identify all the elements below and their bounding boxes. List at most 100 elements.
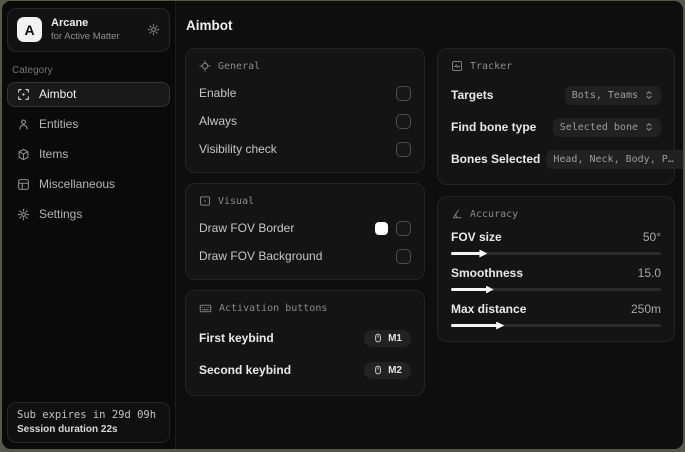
max-distance-slider[interactable] (451, 321, 661, 330)
sidebar-item-settings[interactable]: Settings (7, 202, 170, 227)
setting-label: First keybind (199, 331, 274, 345)
sidebar-item-entities[interactable]: Entities (7, 112, 170, 137)
activation-card: Activation buttons First keybind M1 Seco… (185, 290, 425, 396)
setting-row-fov-size: FOV size 50° (451, 230, 661, 258)
sidebar-item-miscellaneous[interactable]: Miscellaneous (7, 172, 170, 197)
fov-border-checkbox[interactable] (396, 220, 411, 236)
setting-row-first-keybind: First keybind M1 (199, 325, 411, 351)
slider-value: 250m (630, 302, 661, 316)
sidebar-item-aimbot[interactable]: Aimbot (7, 81, 170, 107)
setting-label: Bones Selected (451, 152, 541, 166)
app-window: A Arcane for Active Matter Category Aimb… (2, 1, 683, 449)
sidebar-item-items[interactable]: Items (7, 142, 170, 167)
slider-value: 15.0 (637, 266, 661, 280)
sidebar: A Arcane for Active Matter Category Aimb… (2, 1, 176, 449)
second-keybind-button[interactable]: M2 (364, 361, 411, 379)
dropdown-value: Selected bone (559, 121, 638, 133)
setting-label: Visibility check (199, 142, 277, 156)
setting-label: Find bone type (451, 120, 537, 134)
setting-label: Second keybind (199, 363, 292, 377)
setting-row-max-distance: Max distance 250m (451, 302, 661, 330)
layout-grid-icon (17, 178, 30, 191)
sidebar-item-label: Entities (39, 117, 79, 132)
keyboard-icon (199, 302, 212, 315)
general-card: General Enable Always Visibility check (185, 48, 425, 173)
bones-selected-dropdown[interactable]: Head, Neck, Body, Pe… (546, 149, 683, 169)
keybind-value: M2 (388, 364, 402, 376)
fov-size-slider[interactable] (451, 249, 661, 258)
setting-row-targets: Targets Bots, Teams (451, 82, 661, 108)
sidebar-item-label: Miscellaneous (39, 177, 116, 192)
sidebar-item-label: Settings (39, 207, 83, 222)
unfold-icon (681, 154, 683, 164)
section-title: Visual (218, 195, 255, 207)
enable-checkbox[interactable] (396, 85, 411, 101)
app-logo: A (17, 17, 42, 43)
slider-thumb[interactable] (496, 321, 505, 330)
setting-row-enable: Enable (199, 82, 411, 104)
subscription-card: Sub expires in 29d 09h Session duration … (7, 402, 170, 443)
gear-icon[interactable] (147, 23, 160, 36)
sidebar-item-label: Aimbot (39, 87, 77, 102)
session-duration-text: Session duration 22s (17, 424, 118, 435)
brand-text: Arcane for Active Matter (51, 17, 138, 43)
slider-fill (451, 285, 494, 294)
category-label: Category (12, 64, 53, 76)
person-icon (17, 118, 30, 131)
tracker-card: Tracker Targets Bots, Teams Find bone ty… (437, 48, 683, 185)
setting-row-fov-border: Draw FOV Border (199, 217, 411, 239)
setting-label: Draw FOV Border (199, 221, 295, 235)
angle-icon (451, 208, 463, 220)
crosshair-icon (199, 60, 211, 72)
app-name: Arcane (51, 17, 89, 29)
setting-row-second-keybind: Second keybind M2 (199, 357, 411, 383)
always-checkbox[interactable] (396, 113, 411, 129)
setting-row-bones-selected: Bones Selected Head, Neck, Body, Pe… (451, 146, 683, 172)
setting-label: Targets (451, 88, 494, 102)
slider-fill (451, 321, 505, 330)
accuracy-card: Accuracy FOV size 50° Smoothness 15.0 Ma… (437, 196, 675, 342)
section-title: Activation buttons (219, 303, 328, 314)
fov-border-color-swatch[interactable] (375, 221, 388, 235)
setting-label: Always (199, 114, 238, 128)
slider-value: 50° (642, 230, 661, 244)
section-title: Tracker (470, 60, 513, 72)
slider-thumb[interactable] (479, 249, 488, 258)
app-subtitle: for Active Matter (51, 30, 120, 42)
visibility-check-checkbox[interactable] (396, 141, 411, 157)
first-keybind-button[interactable]: M1 (364, 329, 411, 347)
frame-icon (199, 195, 211, 207)
crosshair-scan-icon (17, 88, 30, 101)
setting-row-fov-background: Draw FOV Background (199, 245, 411, 267)
mouse-icon (373, 365, 383, 375)
setting-label: Draw FOV Background (199, 249, 323, 263)
setting-label: Max distance (451, 302, 527, 316)
dropdown-value: Bots, Teams (571, 89, 638, 101)
setting-row-smoothness: Smoothness 15.0 (451, 266, 661, 294)
targets-dropdown[interactable]: Bots, Teams (564, 85, 661, 105)
setting-row-visibility-check: Visibility check (199, 138, 411, 160)
section-title: Accuracy (470, 208, 519, 220)
setting-label: FOV size (451, 230, 502, 244)
unfold-icon (644, 90, 654, 100)
brand-card: A Arcane for Active Matter (7, 8, 170, 52)
gear-icon (17, 208, 30, 221)
smoothness-slider[interactable] (451, 285, 661, 294)
find-bone-type-dropdown[interactable]: Selected bone (552, 117, 661, 137)
tracker-icon (451, 60, 463, 72)
section-title: General (218, 60, 261, 72)
sidebar-nav: Aimbot Entities Items Miscellaneous Sett… (6, 81, 171, 229)
slider-fill (451, 249, 488, 258)
setting-label: Enable (199, 86, 237, 100)
slider-thumb[interactable] (485, 285, 494, 294)
keybind-value: M1 (388, 332, 402, 344)
setting-row-always: Always (199, 110, 411, 132)
page-title: Aimbot (186, 18, 233, 33)
setting-label: Smoothness (451, 266, 524, 280)
fov-background-checkbox[interactable] (396, 248, 411, 264)
left-column: General Enable Always Visibility check V… (185, 48, 425, 396)
sidebar-item-label: Items (39, 147, 69, 162)
right-column: Tracker Targets Bots, Teams Find bone ty… (437, 48, 683, 342)
setting-row-find-bone-type: Find bone type Selected bone (451, 114, 661, 140)
